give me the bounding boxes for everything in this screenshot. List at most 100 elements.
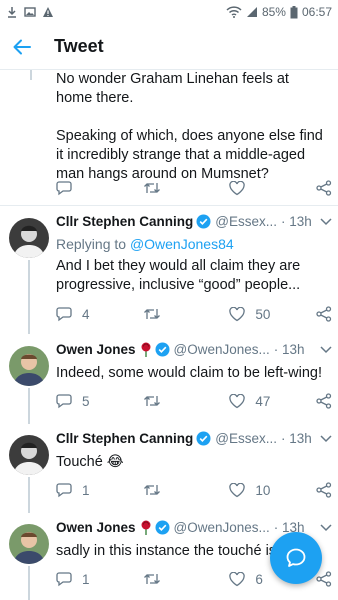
reply-icon <box>56 394 72 409</box>
share-button[interactable] <box>316 393 332 409</box>
retweet-button[interactable] <box>143 307 230 321</box>
tweet-header: Owen Jones @OwenJones... · 13h <box>56 342 332 357</box>
timestamp: · 13h <box>273 342 305 357</box>
tweet-text-line2: progressive, inclusive “good” people... <box>56 277 301 293</box>
tweet-actions <box>56 178 332 198</box>
retweet-button[interactable] <box>143 181 230 195</box>
heart-icon <box>229 306 246 321</box>
retweet-icon <box>143 485 160 495</box>
share-button[interactable] <box>316 306 332 322</box>
tweet-text: Touché 😂 <box>56 454 124 470</box>
like-button[interactable]: 10 <box>229 482 316 498</box>
tweet-text: Indeed, some would claim to be left-wing… <box>56 365 322 381</box>
image-icon <box>24 7 36 17</box>
tweet-reply[interactable]: Owen Jones @OwenJones... · 13h Indeed, s… <box>0 334 338 424</box>
author-name[interactable]: Cllr Stephen Canning <box>56 214 193 229</box>
retweet-icon <box>143 574 160 584</box>
avatar[interactable] <box>9 524 49 564</box>
author-handle[interactable]: @OwenJones... <box>174 342 270 357</box>
tweet-body: Replying to @OwenJones84 And I bet they … <box>56 235 326 295</box>
reply-icon <box>56 572 72 587</box>
signal-icon <box>246 7 257 17</box>
tweet-reply[interactable]: Cllr Stephen Canning @Essex... · 13h Tou… <box>0 423 338 513</box>
battery-icon <box>290 5 298 18</box>
like-count: 10 <box>255 482 271 498</box>
like-button[interactable] <box>229 180 316 196</box>
chevron-down-icon[interactable] <box>320 523 332 532</box>
reply-button[interactable]: 1 <box>56 571 143 587</box>
avatar[interactable] <box>9 346 49 386</box>
verified-icon <box>155 342 170 357</box>
reply-icon <box>56 307 72 322</box>
tweet-header: Cllr Stephen Canning @Essex... · 13h <box>56 431 332 446</box>
clock: 06:57 <box>301 5 332 19</box>
retweet-button[interactable] <box>143 483 230 497</box>
like-count: 47 <box>255 393 271 409</box>
author-handle[interactable]: @Essex... <box>215 214 277 229</box>
tweet-header: Cllr Stephen Canning @Essex... · 13h <box>56 214 332 229</box>
tweet-text: And I bet they would all claim they are <box>56 258 301 274</box>
rose-icon <box>141 342 151 357</box>
reply-button[interactable]: 5 <box>56 393 143 409</box>
verified-icon <box>155 520 170 535</box>
retweet-button[interactable] <box>143 394 230 408</box>
like-button[interactable]: 50 <box>229 306 316 322</box>
reply-button[interactable]: 1 <box>56 482 143 498</box>
tweet-reply[interactable]: Cllr Stephen Canning @Essex... · 13h Rep… <box>0 206 338 334</box>
verified-icon <box>196 214 211 229</box>
rose-icon <box>141 520 151 535</box>
heart-icon <box>229 393 246 408</box>
like-count: 50 <box>255 306 271 322</box>
wifi-icon <box>226 6 242 18</box>
warning-icon <box>43 7 53 17</box>
retweet-icon <box>143 183 160 193</box>
share-button[interactable] <box>316 482 332 498</box>
replying-handle-link[interactable]: @OwenJones84 <box>130 236 234 252</box>
reply-icon <box>56 181 72 196</box>
thread-line <box>30 70 32 80</box>
tweet-partial[interactable]: No wonder Graham Linehan feels at home t… <box>0 70 338 206</box>
like-button[interactable]: 47 <box>229 393 316 409</box>
chevron-down-icon[interactable] <box>320 217 332 226</box>
verified-icon <box>196 431 211 446</box>
thread-line <box>28 477 30 513</box>
heart-icon <box>229 482 246 497</box>
reply-icon <box>56 483 72 498</box>
thread-line <box>28 566 30 600</box>
reply-count: 4 <box>82 306 90 322</box>
author-handle[interactable]: @Essex... <box>215 431 277 446</box>
reply-count: 1 <box>82 571 90 587</box>
author-name[interactable]: Cllr Stephen Canning <box>56 431 193 446</box>
battery-percent: 85% <box>261 5 286 19</box>
author-handle[interactable]: @OwenJones... <box>174 520 270 535</box>
reply-button[interactable]: 4 <box>56 306 143 322</box>
share-icon <box>316 393 332 409</box>
chevron-down-icon[interactable] <box>320 434 332 443</box>
heart-icon <box>229 180 246 195</box>
tweet-actions: 1 10 <box>56 480 332 500</box>
share-icon <box>316 571 332 587</box>
download-icon <box>8 7 16 18</box>
share-icon <box>316 306 332 322</box>
reply-count: 5 <box>82 393 90 409</box>
avatar[interactable] <box>9 218 49 258</box>
share-button[interactable] <box>316 571 332 587</box>
back-button[interactable] <box>0 25 44 69</box>
retweet-button[interactable] <box>143 572 230 586</box>
chat-bubble-icon <box>286 548 306 567</box>
share-button[interactable] <box>316 180 332 196</box>
avatar[interactable] <box>9 435 49 475</box>
compose-reply-button[interactable] <box>270 532 322 584</box>
replying-prefix: Replying to <box>56 236 130 252</box>
author-name[interactable]: Owen Jones <box>56 520 136 535</box>
tweet-actions: 4 50 <box>56 304 332 324</box>
thread-line <box>28 388 30 424</box>
tweet-thread[interactable]: No wonder Graham Linehan feels at home t… <box>0 70 338 600</box>
author-name[interactable]: Owen Jones <box>56 342 136 357</box>
share-icon <box>316 180 332 196</box>
heart-icon <box>229 571 246 586</box>
reply-count: 1 <box>82 482 90 498</box>
chevron-down-icon[interactable] <box>320 345 332 354</box>
timestamp: · 13h <box>281 214 312 229</box>
reply-button[interactable] <box>56 180 143 196</box>
